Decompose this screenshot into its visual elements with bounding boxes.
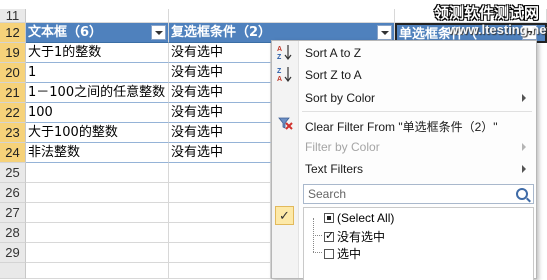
row-header[interactable]: 11 xyxy=(0,9,26,23)
menu-item-text-filters[interactable]: Text Filters xyxy=(305,162,363,176)
watermark: 领测软件测试网 www.ltesting.net xyxy=(396,0,547,40)
cell[interactable]: 没有选中 xyxy=(169,103,271,123)
cell[interactable] xyxy=(26,203,169,223)
filter-dropdown-button[interactable] xyxy=(377,25,392,40)
cell[interactable]: 没有选中 xyxy=(169,143,271,163)
list-item-label: (Select All) xyxy=(337,211,395,225)
row-header[interactable]: 29 xyxy=(0,243,26,263)
cell[interactable] xyxy=(26,163,169,183)
menu-item-sort-by-color[interactable]: Sort by Color xyxy=(305,91,375,105)
row-header[interactable]: 24 xyxy=(0,143,26,163)
row-header[interactable]: 12 xyxy=(0,23,26,43)
row-header[interactable]: 20 xyxy=(0,63,26,83)
list-item-select-all[interactable]: (Select All) xyxy=(324,211,394,225)
sort-descending-icon: Z A xyxy=(275,65,295,83)
cell[interactable]: 大于1的整数 xyxy=(26,43,169,63)
cell[interactable] xyxy=(26,183,169,203)
menu-item-sort-az[interactable]: Sort A to Z xyxy=(305,46,361,60)
cell[interactable] xyxy=(169,243,271,263)
row-header[interactable]: 28 xyxy=(0,223,26,243)
cell[interactable] xyxy=(26,9,169,23)
svg-text:Z: Z xyxy=(277,68,282,75)
row-header[interactable] xyxy=(0,263,26,279)
cell[interactable] xyxy=(169,9,395,23)
cell[interactable]: 没有选中 xyxy=(169,43,271,63)
cell[interactable] xyxy=(169,203,271,223)
cell[interactable] xyxy=(26,263,169,279)
checkbox-partial-icon[interactable] xyxy=(324,213,334,223)
tree-connector xyxy=(313,235,322,236)
list-item-label: 没有选中 xyxy=(337,230,386,244)
svg-text:A: A xyxy=(277,46,282,53)
list-item-label: 选中 xyxy=(337,247,362,261)
list-item[interactable]: 选中 xyxy=(324,245,361,262)
cell[interactable]: 没有选中 xyxy=(169,83,271,103)
filter-value-list[interactable]: (Select All) 没有选中 选中 xyxy=(303,207,534,280)
cell[interactable]: 大于100的整数 xyxy=(26,123,169,143)
sort-ascending-icon: A Z xyxy=(275,43,295,61)
autofilter-menu: A Z Sort A to Z Z A Sort Z to A Sort by … xyxy=(271,40,537,280)
header-cell-textbox[interactable]: 文本框（6） xyxy=(26,23,169,43)
row-header[interactable]: 19 xyxy=(0,43,26,63)
svg-text:A: A xyxy=(277,76,282,83)
cell[interactable] xyxy=(169,263,271,279)
filter-search-input[interactable]: Search xyxy=(303,184,534,204)
tree-connector xyxy=(313,252,322,253)
submenu-arrow-icon xyxy=(522,94,526,102)
clear-filter-icon xyxy=(277,115,293,131)
menu-item-filter-by-color[interactable]: Filter by Color xyxy=(305,140,380,154)
watermark-title: 领测软件测试网 xyxy=(434,4,540,22)
cell[interactable]: 100 xyxy=(26,103,169,123)
row-header[interactable]: 27 xyxy=(0,203,26,223)
cell[interactable]: 1－100之间的任意整数 xyxy=(26,83,169,103)
checkmark-icon: ✓ xyxy=(275,206,294,225)
checkbox-unchecked-icon[interactable] xyxy=(324,249,334,259)
cell[interactable] xyxy=(26,243,169,263)
row-header[interactable]: 21 xyxy=(0,83,26,103)
list-item[interactable]: 没有选中 xyxy=(324,228,385,245)
submenu-arrow-icon xyxy=(522,165,526,173)
cell[interactable]: 没有选中 xyxy=(169,63,271,83)
header-label: 文本框（6） xyxy=(28,25,103,40)
menu-separator xyxy=(302,111,532,112)
header-label: 复选框条件（2） xyxy=(171,25,272,40)
row-header[interactable]: 25 xyxy=(0,163,26,183)
row-header[interactable]: 23 xyxy=(0,123,26,143)
cell[interactable]: 非法整数 xyxy=(26,143,169,163)
cell[interactable] xyxy=(26,223,169,243)
watermark-url: www.ltesting.net xyxy=(448,22,547,37)
cell[interactable] xyxy=(169,183,271,203)
search-placeholder: Search xyxy=(308,187,347,201)
filter-dropdown-button[interactable] xyxy=(151,25,166,40)
menu-item-sort-za[interactable]: Sort Z to A xyxy=(305,68,362,82)
search-icon[interactable] xyxy=(516,188,528,200)
cell[interactable]: 没有选中 xyxy=(169,123,271,143)
svg-text:Z: Z xyxy=(277,54,282,61)
row-header[interactable]: 22 xyxy=(0,103,26,123)
row-header[interactable]: 26 xyxy=(0,183,26,203)
cell[interactable] xyxy=(169,163,271,183)
checkbox-checked-icon[interactable] xyxy=(324,229,334,242)
cell[interactable] xyxy=(169,223,271,243)
submenu-arrow-icon xyxy=(522,143,526,151)
cell[interactable]: 1 xyxy=(26,63,169,83)
menu-item-clear-filter[interactable]: Clear Filter From "单选框条件（2）" xyxy=(305,118,498,135)
